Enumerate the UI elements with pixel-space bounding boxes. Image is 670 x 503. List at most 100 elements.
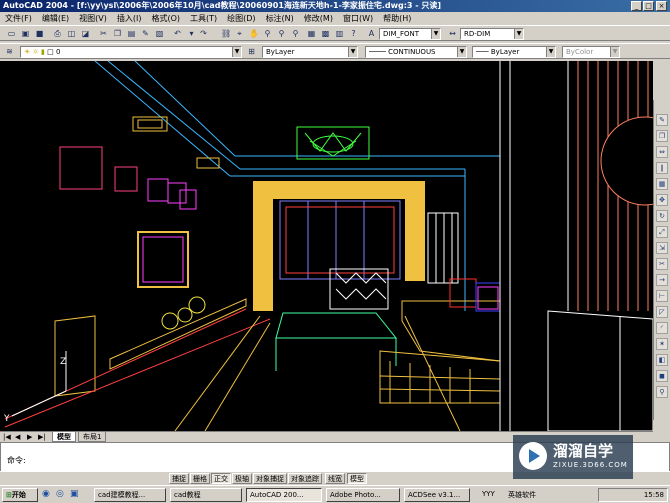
redo-icon[interactable]: ↷ — [198, 28, 209, 39]
otrack-toggle[interactable]: 对象追踪 — [288, 473, 322, 484]
clock[interactable]: 15:58 — [644, 491, 664, 499]
drawing-viewport[interactable]: Z Y — [0, 61, 653, 431]
window-title: AutoCAD 2004 - [f:\yy\ysl\2006年\2006年10月… — [3, 1, 442, 10]
tab-model[interactable]: 模型 — [52, 432, 76, 442]
snap-toggle[interactable]: 捕捉 — [169, 473, 189, 484]
layer-manager-icon[interactable]: ≋ — [4, 46, 15, 57]
chamfer-icon[interactable]: ◸ — [656, 306, 668, 318]
tab-nav-prev-icon[interactable]: ◀ — [15, 433, 20, 441]
tab-nav-next-icon[interactable]: ▶ — [27, 433, 32, 441]
task-cad-tutorial-browser[interactable]: cad建模教程... — [94, 488, 166, 502]
erase-icon[interactable]: ✎ — [656, 114, 668, 126]
tool-palettes-icon[interactable]: ▥ — [334, 28, 345, 39]
menu-file[interactable]: 文件(F) — [0, 12, 37, 25]
lookup-icon[interactable]: ⚲ — [656, 386, 668, 398]
design-center-icon[interactable]: ▩ — [320, 28, 331, 39]
tab-nav-first-icon[interactable]: |◀ — [3, 433, 11, 441]
save-icon[interactable]: ■ — [34, 28, 45, 39]
lock-icon: ▮ — [41, 48, 45, 56]
make-current-layer-icon[interactable]: ⊞ — [246, 46, 257, 57]
quicklaunch-desktop-icon[interactable]: ▣ — [70, 489, 79, 499]
task-autocad[interactable]: AutoCAD 200... — [246, 488, 322, 502]
layer-select[interactable]: ☀ ☼ ▮ □ 0 ▼ — [20, 46, 242, 58]
dim-style-icon: ↔ — [449, 29, 456, 38]
tray-app-label[interactable]: 英雄软件 — [508, 490, 536, 500]
watermark-name: 溜溜自学 — [553, 442, 614, 460]
block-editor-icon[interactable]: ▧ — [154, 28, 165, 39]
menu-view[interactable]: 视图(V) — [74, 12, 112, 25]
mirror-icon[interactable]: ⇔ — [656, 146, 668, 158]
new-file-icon[interactable]: ▭ — [6, 28, 17, 39]
ucs-icon[interactable]: ⌖ — [234, 28, 245, 39]
tab-nav-last-icon[interactable]: ▶| — [38, 433, 46, 441]
ortho-toggle[interactable]: 正交 — [211, 473, 231, 484]
cut-icon[interactable]: ✂ — [98, 28, 109, 39]
menu-edit[interactable]: 编辑(E) — [37, 12, 74, 25]
properties-icon[interactable]: ▦ — [306, 28, 317, 39]
color-select[interactable]: ByLayer ▼ — [262, 46, 358, 58]
zoom-realtime-icon[interactable]: ⚲ — [262, 28, 273, 39]
zoom-previous-icon[interactable]: ⚲ — [290, 28, 301, 39]
quicklaunch-media-icon[interactable]: ◎ — [56, 489, 64, 499]
lineweight-select[interactable]: ─── ByLayer ▼ — [472, 46, 556, 58]
ucs-z-label: Z — [60, 357, 66, 367]
paste-icon[interactable]: ▤ — [126, 28, 137, 39]
help-icon[interactable]: ? — [348, 28, 359, 39]
open-file-icon[interactable]: ▣ — [20, 28, 31, 39]
extend-icon[interactable]: → — [656, 274, 668, 286]
living-room-drawing: Z Y — [3, 61, 653, 431]
task-acdsee[interactable]: ACDSee v3.1... — [404, 488, 470, 502]
title-bar: AutoCAD 2004 - [f:\yy\ysl\2006年\2006年10月… — [0, 0, 670, 12]
menu-tools[interactable]: 工具(T) — [185, 12, 222, 25]
maximize-button[interactable]: □ — [643, 1, 654, 11]
preview-icon[interactable]: ◫ — [66, 28, 77, 39]
solid-icon[interactable]: ◼ — [656, 370, 668, 382]
trim-icon[interactable]: ✂ — [656, 258, 668, 270]
match-properties-icon[interactable]: ✎ — [140, 28, 151, 39]
break-icon[interactable]: ⊢ — [656, 290, 668, 302]
region-icon[interactable]: ◧ — [656, 354, 668, 366]
stretch-icon[interactable]: ⇲ — [656, 242, 668, 254]
fillet-icon[interactable]: ◜ — [656, 322, 668, 334]
task-cad-folder[interactable]: cad教程 — [170, 488, 242, 502]
menu-modify[interactable]: 修改(M) — [299, 12, 338, 25]
polar-toggle[interactable]: 极轴 — [232, 473, 252, 484]
ucs-y-label: Y — [3, 414, 10, 424]
undo-dropdown-icon[interactable]: ▾ — [186, 28, 197, 39]
text-style-select[interactable]: DIM_FONT ▼ — [379, 28, 441, 40]
menu-draw[interactable]: 绘图(D) — [222, 12, 260, 25]
menu-insert[interactable]: 插入(I) — [112, 12, 147, 25]
publish-icon[interactable]: ◪ — [80, 28, 91, 39]
scale-icon[interactable]: ⤢ — [656, 226, 668, 238]
offset-icon[interactable]: ∥ — [656, 162, 668, 174]
dim-style-select[interactable]: RD-DIM ▼ — [460, 28, 524, 40]
array-icon[interactable]: ▦ — [656, 178, 668, 190]
print-icon[interactable]: ⎙ — [52, 28, 63, 39]
menu-dimension[interactable]: 标注(N) — [261, 12, 299, 25]
move-icon[interactable]: ✥ — [656, 194, 668, 206]
menu-format[interactable]: 格式(O) — [146, 12, 185, 25]
menu-window[interactable]: 窗口(W) — [338, 12, 378, 25]
quicklaunch-ie-icon[interactable]: ◉ — [42, 489, 50, 499]
minimize-button[interactable]: _ — [631, 1, 642, 11]
line-sample-icon: ─── — [476, 48, 491, 56]
menu-help[interactable]: 帮助(H) — [378, 12, 416, 25]
start-button[interactable]: ⊞开始 — [2, 488, 38, 502]
copy-object-icon[interactable]: ❐ — [656, 130, 668, 142]
model-toggle[interactable]: 模型 — [347, 473, 367, 484]
lineweight-toggle[interactable]: 线宽 — [325, 473, 345, 484]
osnap-toggle[interactable]: 对象捕捉 — [253, 473, 287, 484]
undo-icon[interactable]: ↶ — [172, 28, 183, 39]
task-photoshop[interactable]: Adobe Photo... — [326, 488, 400, 502]
hyperlink-icon[interactable]: ⛓ — [220, 28, 231, 39]
explode-icon[interactable]: ✶ — [656, 338, 668, 350]
task-yyy[interactable]: YYY — [482, 490, 495, 498]
close-button[interactable]: × — [656, 1, 667, 11]
grid-toggle[interactable]: 栅格 — [190, 473, 210, 484]
pan-icon[interactable]: ✋ — [248, 28, 259, 39]
linetype-select[interactable]: ──── CONTINUOUS ▼ — [365, 46, 467, 58]
tab-layout1[interactable]: 布局1 — [78, 432, 107, 442]
rotate-icon[interactable]: ↻ — [656, 210, 668, 222]
zoom-window-icon[interactable]: ⚲ — [276, 28, 287, 39]
copy-icon[interactable]: ❐ — [112, 28, 123, 39]
